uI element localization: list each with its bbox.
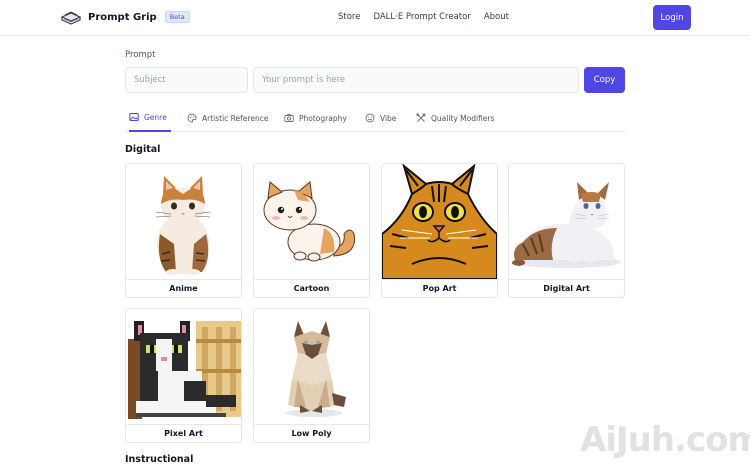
section-title-instructional: Instructional <box>125 454 194 465</box>
brand-name: Prompt Grip <box>88 11 157 23</box>
tab-quality-modifiers[interactable]: Quality Modifiers <box>416 104 494 132</box>
cartoon-cat-image <box>254 164 369 279</box>
genre-card-label: Pixel Art <box>126 424 241 442</box>
genre-card-cartoon[interactable]: Cartoon <box>253 163 370 298</box>
prompt-input[interactable]: Your prompt is here <box>253 67 579 93</box>
palette-icon <box>187 113 197 123</box>
watermark: AiJuh.com <box>580 420 750 460</box>
tab-artistic-reference-label: Artistic Reference <box>202 113 269 123</box>
digital-art-cat-image <box>509 164 624 279</box>
genre-card-label: Cartoon <box>254 279 369 297</box>
beta-badge: Beta <box>164 11 190 23</box>
tools-icon <box>416 113 426 122</box>
low-poly-cat-image <box>254 309 369 424</box>
genre-card-low-poly[interactable]: Low Poly <box>253 308 370 443</box>
tab-genre-label: Genre <box>144 112 167 122</box>
tab-quality-modifiers-label: Quality Modifiers <box>431 113 495 123</box>
tab-vibe[interactable]: Vibe <box>365 104 396 132</box>
genre-card-pixel-art[interactable]: Pixel Art <box>125 308 242 443</box>
genre-card-label: Low Poly <box>254 424 369 442</box>
category-tabs: Genre Artistic Reference Photography Vib… <box>125 104 625 132</box>
main-nav: Store DALL·E Prompt Creator About <box>338 12 509 22</box>
genre-card-digital-art[interactable]: Digital Art <box>508 163 625 298</box>
genre-card-anime[interactable]: Anime <box>125 163 242 298</box>
prompt-label: Prompt <box>125 50 156 60</box>
section-title-digital: Digital <box>125 144 161 155</box>
image-icon <box>129 113 139 121</box>
genre-card-label: Digital Art <box>509 279 624 297</box>
tab-photography-label: Photography <box>299 113 347 123</box>
brand[interactable]: Prompt Grip Beta <box>60 8 190 26</box>
tab-vibe-label: Vibe <box>380 113 397 123</box>
genre-card-pop-art[interactable]: Pop Art <box>381 163 498 298</box>
tab-genre[interactable]: Genre <box>129 104 171 132</box>
smile-icon <box>365 113 375 123</box>
nav-link-dalle-prompt-creator[interactable]: DALL·E Prompt Creator <box>373 12 470 22</box>
tab-photography[interactable]: Photography <box>284 104 347 132</box>
pop-art-cat-image <box>382 164 497 279</box>
genre-card-label: Anime <box>126 279 241 297</box>
tab-artistic-reference[interactable]: Artistic Reference <box>187 104 268 132</box>
anime-cat-image <box>126 164 241 279</box>
camera-icon <box>284 113 294 122</box>
pixel-art-cat-image <box>126 309 241 424</box>
nav-link-about[interactable]: About <box>484 12 509 22</box>
copy-button[interactable]: Copy <box>584 67 625 93</box>
subject-input[interactable]: Subject <box>125 67 248 93</box>
top-nav-bar: Prompt Grip Beta Store DALL·E Prompt Cre… <box>0 0 750 36</box>
nav-link-store[interactable]: Store <box>338 12 360 22</box>
genre-card-label: Pop Art <box>382 279 497 297</box>
login-button[interactable]: Login <box>653 5 691 30</box>
book-stack-logo-icon <box>60 11 82 25</box>
